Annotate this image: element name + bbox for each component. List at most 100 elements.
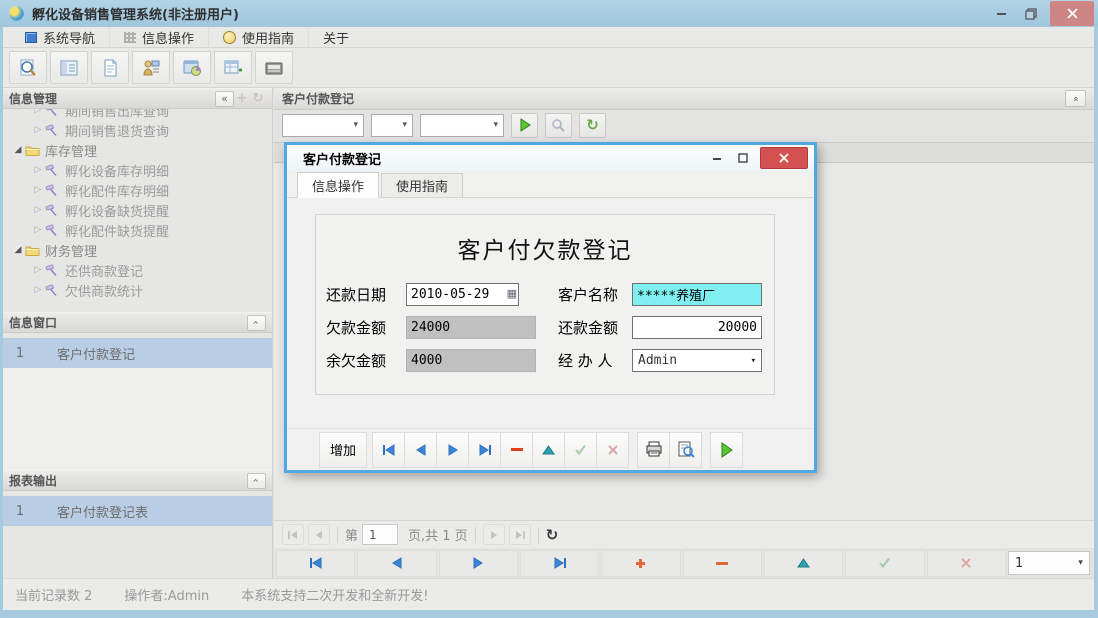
- payment-form: 还款日期 ▦ 客户名称 欠款金额 还款金额 余欠金额 经 办 人 A: [326, 283, 774, 372]
- form-view-button[interactable]: [50, 51, 88, 84]
- dialog-maximize-button[interactable]: [730, 148, 756, 168]
- status-message: 本系统支持二次开发和全新开发!: [241, 585, 428, 604]
- tree-item[interactable]: ▷孵化配件缺货提醒: [7, 220, 272, 240]
- record-next-button[interactable]: [439, 550, 518, 577]
- panel-title: 信息管理: [9, 90, 215, 107]
- user-report-button[interactable]: [132, 51, 170, 84]
- filter-value-combo[interactable]: ▾: [420, 114, 504, 137]
- record-edit-button[interactable]: [764, 550, 843, 577]
- collapse-panel-button[interactable]: ‹: [247, 473, 266, 489]
- last-record-icon: [553, 557, 567, 569]
- record-navigator-bar: 1 ▾: [274, 548, 1094, 578]
- window-close-button[interactable]: [1050, 1, 1094, 26]
- record-last-button[interactable]: [520, 550, 599, 577]
- remain-amount-label: 余欠金额: [326, 350, 396, 371]
- close-icon: [779, 153, 789, 163]
- window-chart-icon: [181, 57, 203, 79]
- dialog-minimize-button[interactable]: [704, 148, 730, 168]
- menu-info-operation[interactable]: 信息操作: [110, 27, 209, 48]
- dialog-titlebar[interactable]: 客户付款登记: [287, 145, 814, 171]
- collapse-sidebar-button[interactable]: «: [215, 91, 234, 107]
- tool-icon: [45, 284, 60, 297]
- repay-amount-label: 还款金额: [546, 317, 622, 338]
- add-record-button[interactable]: 增加: [319, 432, 367, 468]
- search-icon: [551, 118, 566, 133]
- window-chart-button[interactable]: [173, 51, 211, 84]
- repay-date-input[interactable]: [406, 283, 519, 306]
- next-record-icon: [447, 444, 459, 456]
- customer-name-input[interactable]: [632, 283, 762, 306]
- next-record-icon: [472, 557, 484, 569]
- restore-icon: [1025, 8, 1037, 20]
- record-delete-button[interactable]: [683, 550, 762, 577]
- main-panel-title: 客户付款登记: [282, 90, 1065, 107]
- filter-refresh-button[interactable]: ↻: [579, 113, 606, 138]
- window-restore-button[interactable]: [1016, 2, 1046, 26]
- check-icon: [574, 444, 587, 456]
- page-number-input[interactable]: [362, 524, 398, 545]
- filter-search-button: [545, 113, 572, 138]
- collapse-main-panel-button[interactable]: «: [1065, 90, 1086, 107]
- tab-info-operation[interactable]: 信息操作: [297, 172, 379, 198]
- nav-first-button[interactable]: [372, 432, 405, 468]
- nav-last-button[interactable]: [468, 432, 501, 468]
- table-add-button[interactable]: [214, 51, 252, 84]
- calendar-icon[interactable]: ▦: [507, 287, 517, 300]
- nav-next-button[interactable]: [436, 432, 469, 468]
- run-report-button[interactable]: [710, 432, 743, 468]
- cancel-button: [596, 432, 629, 468]
- filter-field-combo[interactable]: ▾: [282, 114, 364, 137]
- tree-item[interactable]: ▷期间销售退货查询: [7, 120, 272, 140]
- menu-user-guide[interactable]: 使用指南: [209, 27, 309, 48]
- record-insert-button[interactable]: [601, 550, 680, 577]
- menu-system-navigation[interactable]: 系统导航: [11, 27, 110, 48]
- form-title: 客户付欠款登记: [316, 231, 774, 265]
- tree-item[interactable]: ▷还供商款登记: [7, 260, 272, 280]
- dialog-title: 客户付款登记: [303, 149, 704, 168]
- tree-item[interactable]: ▷孵化配件库存明细: [7, 180, 272, 200]
- filter-operator-combo[interactable]: ▾: [371, 114, 413, 137]
- print-button[interactable]: [637, 432, 670, 468]
- window-right-border: [1094, 27, 1098, 618]
- list-item[interactable]: 1 客户付款登记表: [3, 496, 272, 526]
- tree-item[interactable]: ▷孵化设备库存明细: [7, 160, 272, 180]
- operator-combo[interactable]: Admin ▾: [632, 349, 762, 372]
- delete-record-button[interactable]: [500, 432, 533, 468]
- record-prev-button[interactable]: [357, 550, 436, 577]
- search-document-button[interactable]: [9, 51, 47, 84]
- tab-user-guide[interactable]: 使用指南: [381, 173, 463, 197]
- printer-device-button[interactable]: [255, 51, 293, 84]
- plus-icon: [634, 557, 647, 570]
- print-preview-button[interactable]: [669, 432, 702, 468]
- folder-icon: [25, 244, 40, 257]
- chevron-down-icon: ▾: [1078, 558, 1083, 568]
- edit-triangle-icon: [542, 445, 555, 455]
- window-title: 孵化设备销售管理系统(非注册用户): [32, 4, 239, 23]
- document-button[interactable]: [91, 51, 129, 84]
- repay-amount-input[interactable]: [632, 316, 762, 339]
- pagination-bar: 第 页,共 1 页 ↻: [274, 520, 1094, 548]
- tree-item[interactable]: ▷孵化设备缺货提醒: [7, 200, 272, 220]
- list-item[interactable]: 1 客户付款登记: [3, 338, 272, 368]
- collapse-panel-button[interactable]: ‹: [247, 315, 266, 331]
- tree-folder[interactable]: ◢库存管理: [7, 140, 272, 160]
- print-preview-icon: [677, 441, 695, 458]
- debt-amount-label: 欠款金额: [326, 317, 396, 338]
- tree-item[interactable]: ▷期间销售出库查询: [7, 109, 272, 120]
- menubar: 系统导航 信息操作 使用指南 关于: [3, 27, 1094, 48]
- dialog-close-button[interactable]: [760, 147, 808, 169]
- page-size-combo[interactable]: 1 ▾: [1008, 551, 1090, 575]
- filter-toolbar: ▾ ▾ ▾ ↻: [274, 110, 1094, 140]
- record-first-button[interactable]: [276, 550, 355, 577]
- filter-run-button[interactable]: [511, 113, 538, 138]
- tree-folder[interactable]: ◢财务管理: [7, 240, 272, 260]
- table-add-icon: [222, 57, 244, 79]
- menu-about[interactable]: 关于: [309, 27, 363, 48]
- window-minimize-button[interactable]: [986, 2, 1016, 26]
- edit-record-button[interactable]: [532, 432, 565, 468]
- record-count-label: 当前记录数 2: [15, 585, 92, 604]
- tree-item[interactable]: ▷欠供商款统计: [7, 280, 272, 300]
- folder-icon: [25, 144, 40, 157]
- refresh-page-button[interactable]: ↻: [546, 526, 559, 544]
- nav-prev-button[interactable]: [404, 432, 437, 468]
